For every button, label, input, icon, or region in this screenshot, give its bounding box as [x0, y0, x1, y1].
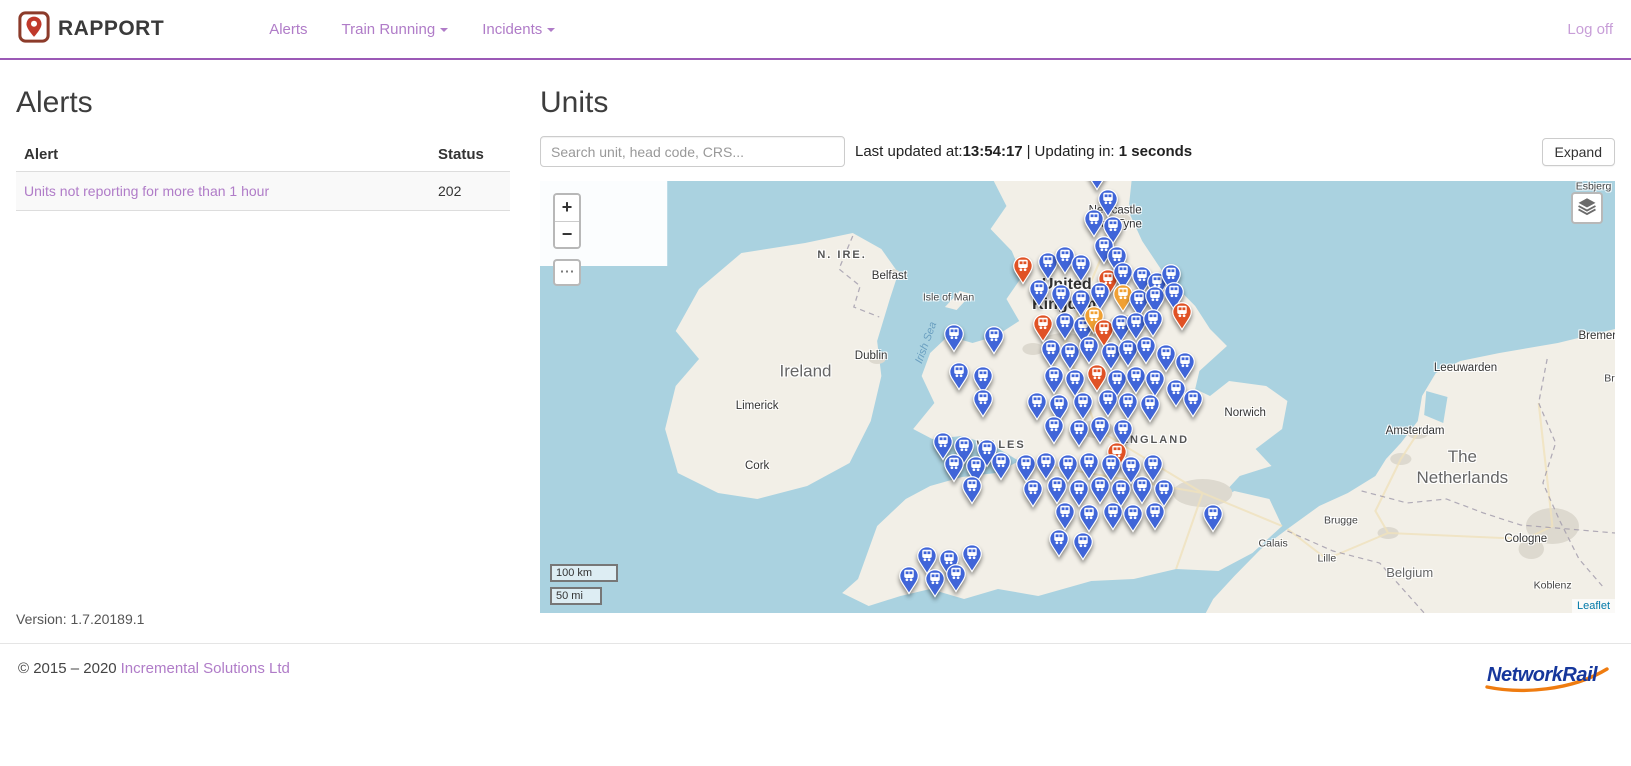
navbar: RAPPORT Alerts Train Running Incidents L… [0, 0, 1631, 60]
train-marker[interactable] [1072, 531, 1094, 561]
zoom-in-button[interactable]: + [555, 195, 579, 221]
train-marker[interactable] [1022, 478, 1044, 508]
copyright-years: © 2015 – 2020 [18, 660, 117, 677]
brand-name: RAPPORT [58, 17, 164, 41]
separator: | [1027, 143, 1031, 160]
networkrail-logo-text: NetworkRail [1487, 664, 1597, 687]
updating-label: Updating in: [1035, 143, 1115, 160]
train-marker[interactable] [1202, 503, 1224, 533]
nav-item-train-running[interactable]: Train Running [325, 21, 466, 38]
units-panel: Units Last updated at:13:54:17|Updating … [540, 80, 1615, 613]
train-marker[interactable] [1097, 388, 1119, 418]
log-off-link[interactable]: Log off [1567, 21, 1613, 38]
updating-suffix: seconds [1131, 143, 1192, 160]
train-marker[interactable] [945, 563, 967, 593]
train-marker[interactable] [1078, 503, 1100, 533]
layers-control[interactable] [1571, 192, 1603, 224]
train-marker[interactable] [990, 451, 1012, 481]
units-toolbar: Last updated at:13:54:17|Updating in: 1 … [540, 136, 1615, 167]
train-marker[interactable] [948, 361, 970, 391]
train-marker[interactable] [1043, 415, 1065, 445]
map-attribution-link[interactable]: Leaflet [1572, 599, 1615, 613]
map-markers-layer [540, 181, 1615, 613]
updating-value: 1 [1119, 143, 1127, 160]
nav-links: Alerts Train Running Incidents [252, 21, 572, 38]
alerts-table-header-status: Status [430, 138, 510, 172]
footer: © 2015 – 2020Incremental Solutions Ltd N… [0, 643, 1631, 730]
train-marker[interactable] [1174, 351, 1196, 381]
table-row: Units not reporting for more than 1 hour… [16, 172, 510, 211]
train-marker[interactable] [898, 566, 920, 596]
expand-button[interactable]: Expand [1542, 138, 1615, 166]
alert-status-value: 202 [430, 172, 510, 211]
main-content: Alerts Alert Status Units not reporting … [0, 60, 1631, 613]
last-updated-time: 13:54:17 [963, 143, 1023, 160]
train-marker[interactable] [943, 324, 965, 354]
train-marker[interactable] [1182, 388, 1204, 418]
scale-km: 100 km [550, 564, 618, 582]
map-more-button[interactable]: ⋯ [553, 259, 581, 286]
alerts-table: Alert Status Units not reporting for mor… [16, 138, 510, 211]
rapport-logo-icon [18, 11, 50, 48]
nav-item-alerts[interactable]: Alerts [252, 21, 324, 38]
train-marker[interactable] [972, 388, 994, 418]
last-updated-text: Last updated at:13:54:17|Updating in: 1 … [855, 143, 1192, 160]
brand[interactable]: RAPPORT [18, 11, 164, 48]
train-marker[interactable] [1048, 528, 1070, 558]
train-marker[interactable] [1139, 394, 1161, 424]
alerts-title: Alerts [16, 86, 510, 120]
train-marker[interactable] [1144, 502, 1166, 532]
train-marker[interactable] [983, 325, 1005, 355]
company-link[interactable]: Incremental Solutions Ltd [121, 660, 290, 677]
units-title: Units [540, 86, 1615, 120]
train-marker[interactable] [924, 569, 946, 599]
train-marker[interactable] [1117, 391, 1139, 421]
chevron-down-icon [547, 28, 555, 32]
zoom-control: + − [553, 193, 581, 249]
train-marker[interactable] [961, 475, 983, 505]
chevron-down-icon [440, 28, 448, 32]
layers-icon [1577, 196, 1597, 221]
train-marker[interactable] [1142, 308, 1164, 338]
zoom-out-button[interactable]: − [555, 221, 579, 247]
scale-mi: 50 mi [550, 587, 602, 605]
train-marker[interactable] [1122, 503, 1144, 533]
copyright-text: © 2015 – 2020Incremental Solutions Ltd [18, 660, 290, 677]
train-marker[interactable] [1054, 502, 1076, 532]
map[interactable]: United KingdomNewcastle upon TyneN. IRE.… [540, 181, 1615, 613]
last-updated-label: Last updated at: [855, 143, 963, 160]
alerts-table-header-alert: Alert [16, 138, 430, 172]
networkrail-logo: NetworkRail [1483, 660, 1611, 696]
train-marker[interactable] [1102, 502, 1124, 532]
train-marker[interactable] [1028, 278, 1050, 308]
train-marker[interactable] [1078, 335, 1100, 365]
alert-link[interactable]: Units not reporting for more than 1 hour [24, 183, 269, 199]
train-marker[interactable] [1070, 253, 1092, 283]
map-scale: 100 km 50 mi [550, 564, 618, 605]
train-marker[interactable] [1171, 302, 1193, 332]
version-text: Version: 1.7.20189.1 [16, 611, 510, 627]
train-marker[interactable] [1068, 418, 1090, 448]
nav-item-label: Train Running [342, 21, 436, 38]
nav-item-incidents[interactable]: Incidents [465, 21, 572, 38]
nav-item-label: Incidents [482, 21, 542, 38]
nav-item-label: Alerts [269, 21, 307, 38]
search-input[interactable] [540, 136, 845, 167]
alerts-panel: Alerts Alert Status Units not reporting … [16, 80, 510, 613]
